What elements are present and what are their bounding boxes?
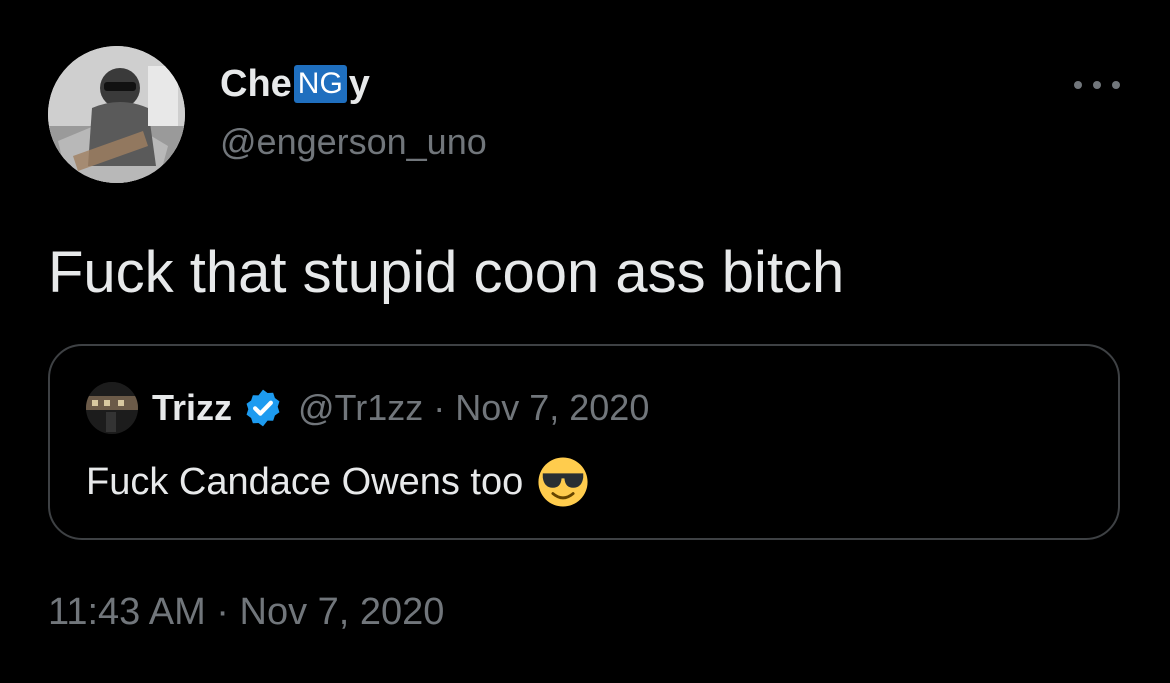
quoted-tweet-card[interactable]: Trizz @Tr1zz · Nov 7, 2020 Fuck Candace … xyxy=(48,344,1120,540)
quoted-avatar-image xyxy=(86,382,138,434)
tweet-timestamp[interactable]: 11:43 AM · Nov 7, 2020 xyxy=(48,588,444,636)
author-display-name[interactable]: Che NG y xyxy=(220,62,370,106)
avatar-image xyxy=(48,46,185,183)
author-handle[interactable]: @engerson_uno xyxy=(220,120,487,164)
quoted-handle-date: @Tr1zz · Nov 7, 2020 xyxy=(298,387,650,428)
author-name-part-2: y xyxy=(348,63,370,105)
more-icon[interactable] xyxy=(1074,75,1120,95)
more-dot xyxy=(1093,81,1101,89)
quoted-tweet-text-row: Fuck Candace Owens too xyxy=(86,456,589,508)
tweet-text: Fuck that stupid coon ass bitch xyxy=(48,240,845,305)
verified-badge-icon xyxy=(246,389,280,427)
quoted-tweet-text: Fuck Candace Owens too xyxy=(86,461,524,503)
sunglasses-emoji-icon xyxy=(538,457,588,507)
more-dot xyxy=(1074,81,1082,89)
author-name-badge: NG xyxy=(293,65,347,103)
more-dot xyxy=(1112,81,1120,89)
author-avatar[interactable] xyxy=(48,46,185,183)
quoted-author-name[interactable]: Trizz xyxy=(152,387,232,429)
author-name-part-1: Che xyxy=(220,63,292,105)
quoted-tweet-header: Trizz @Tr1zz · Nov 7, 2020 xyxy=(86,382,649,434)
quoted-author-avatar[interactable] xyxy=(86,382,138,434)
